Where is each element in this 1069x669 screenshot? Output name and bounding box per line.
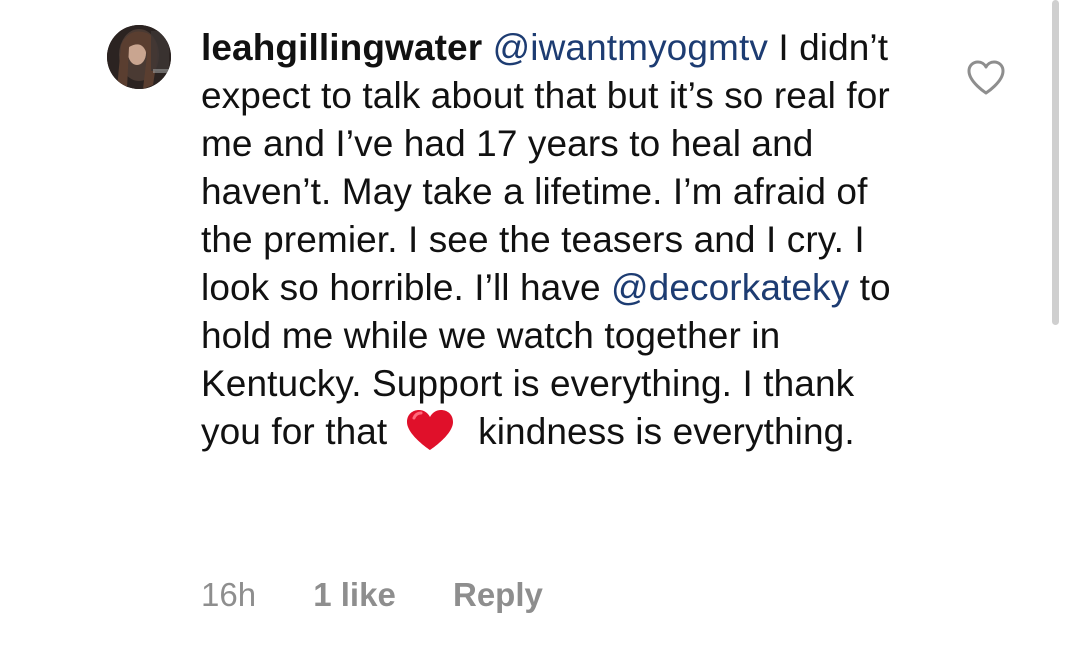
comment-meta: 16h 1 like Reply xyxy=(201,575,591,615)
username-link[interactable]: leahgillingwater xyxy=(201,27,482,68)
comment-text-part: I didn’t expect to talk about that but i… xyxy=(201,27,890,308)
mention-link[interactable]: @iwantmyogmtv xyxy=(493,27,768,68)
comment-text-part: kindness is everything. xyxy=(478,411,855,452)
timestamp: 16h xyxy=(201,576,257,613)
comment: leahgillingwater @iwantmyogmtv I didn’t … xyxy=(0,0,1069,669)
mention-link[interactable]: @decorkateky xyxy=(611,267,849,308)
heart-outline-icon[interactable] xyxy=(966,60,1006,96)
avatar-image xyxy=(107,25,171,89)
avatar[interactable] xyxy=(107,25,171,89)
scrollbar[interactable] xyxy=(1052,0,1059,325)
red-heart-emoji-icon xyxy=(406,410,453,450)
comment-text: leahgillingwater @iwantmyogmtv I didn’t … xyxy=(201,24,921,456)
reply-button[interactable]: Reply xyxy=(453,575,543,615)
likes-count-button[interactable]: 1 like xyxy=(313,575,396,615)
